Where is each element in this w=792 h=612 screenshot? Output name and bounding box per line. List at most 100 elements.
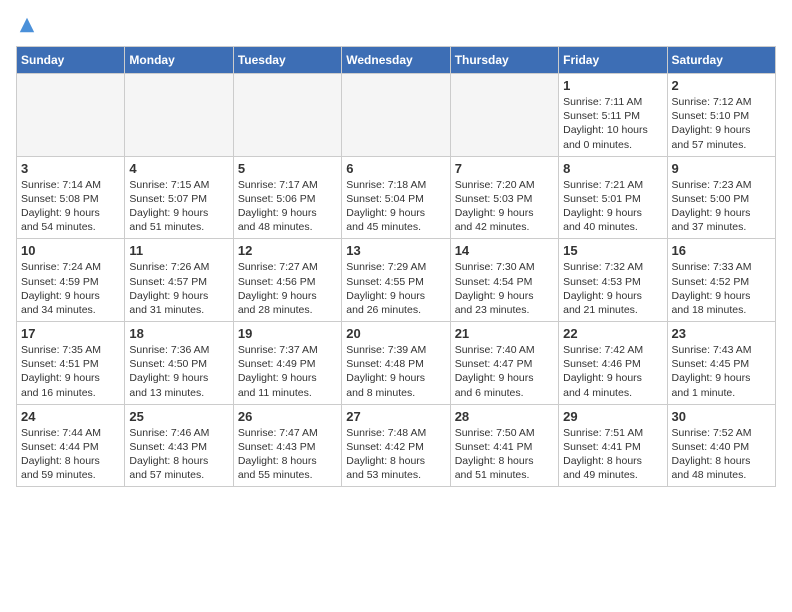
day-info: Sunrise: 7:39 AM Sunset: 4:48 PM Dayligh… <box>346 343 445 400</box>
calendar-cell: 19 Sunrise: 7:37 AM Sunset: 4:49 PM Dayli… <box>233 322 341 405</box>
day-info: Sunrise: 7:48 AM Sunset: 4:42 PM Dayligh… <box>346 426 445 483</box>
calendar-cell: 4 Sunrise: 7:15 AM Sunset: 5:07 PM Daylig… <box>125 156 233 239</box>
day-info: Sunrise: 7:12 AM Sunset: 5:10 PM Dayligh… <box>672 95 771 152</box>
day-info: Sunrise: 7:32 AM Sunset: 4:53 PM Dayligh… <box>563 260 662 317</box>
calendar-cell: 15 Sunrise: 7:32 AM Sunset: 4:53 PM Dayli… <box>559 239 667 322</box>
day-info: Sunrise: 7:36 AM Sunset: 4:50 PM Dayligh… <box>129 343 228 400</box>
day-info: Sunrise: 7:23 AM Sunset: 5:00 PM Dayligh… <box>672 178 771 235</box>
day-info: Sunrise: 7:17 AM Sunset: 5:06 PM Dayligh… <box>238 178 337 235</box>
column-header-thursday: Thursday <box>450 47 558 74</box>
day-info: Sunrise: 7:52 AM Sunset: 4:40 PM Dayligh… <box>672 426 771 483</box>
column-header-saturday: Saturday <box>667 47 775 74</box>
day-info: Sunrise: 7:27 AM Sunset: 4:56 PM Dayligh… <box>238 260 337 317</box>
day-info: Sunrise: 7:40 AM Sunset: 4:47 PM Dayligh… <box>455 343 554 400</box>
day-info: Sunrise: 7:15 AM Sunset: 5:07 PM Dayligh… <box>129 178 228 235</box>
day-number: 16 <box>672 243 771 258</box>
calendar-cell: 22 Sunrise: 7:42 AM Sunset: 4:46 PM Dayli… <box>559 322 667 405</box>
day-number: 24 <box>21 409 120 424</box>
day-info: Sunrise: 7:24 AM Sunset: 4:59 PM Dayligh… <box>21 260 120 317</box>
calendar-cell: 20 Sunrise: 7:39 AM Sunset: 4:48 PM Dayli… <box>342 322 450 405</box>
day-info: Sunrise: 7:20 AM Sunset: 5:03 PM Dayligh… <box>455 178 554 235</box>
day-number: 23 <box>672 326 771 341</box>
day-info: Sunrise: 7:29 AM Sunset: 4:55 PM Dayligh… <box>346 260 445 317</box>
day-number: 17 <box>21 326 120 341</box>
column-header-monday: Monday <box>125 47 233 74</box>
logo-icon <box>18 16 36 34</box>
day-info: Sunrise: 7:14 AM Sunset: 5:08 PM Dayligh… <box>21 178 120 235</box>
calendar-cell: 6 Sunrise: 7:18 AM Sunset: 5:04 PM Daylig… <box>342 156 450 239</box>
day-number: 22 <box>563 326 662 341</box>
calendar-cell: 9Sunrise: 7:23 AM Sunset: 5:00 PM Daylig… <box>667 156 775 239</box>
calendar-cell: 18 Sunrise: 7:36 AM Sunset: 4:50 PM Dayli… <box>125 322 233 405</box>
day-number: 8 <box>563 161 662 176</box>
column-header-sunday: Sunday <box>17 47 125 74</box>
day-info: Sunrise: 7:30 AM Sunset: 4:54 PM Dayligh… <box>455 260 554 317</box>
day-number: 25 <box>129 409 228 424</box>
day-info: Sunrise: 7:51 AM Sunset: 4:41 PM Dayligh… <box>563 426 662 483</box>
calendar: SundayMondayTuesdayWednesdayThursdayFrid… <box>16 46 776 487</box>
day-info: Sunrise: 7:50 AM Sunset: 4:41 PM Dayligh… <box>455 426 554 483</box>
day-number: 20 <box>346 326 445 341</box>
header <box>16 16 776 34</box>
day-info: Sunrise: 7:47 AM Sunset: 4:43 PM Dayligh… <box>238 426 337 483</box>
calendar-week-row: 10Sunrise: 7:24 AM Sunset: 4:59 PM Dayli… <box>17 239 776 322</box>
calendar-cell: 5 Sunrise: 7:17 AM Sunset: 5:06 PM Daylig… <box>233 156 341 239</box>
calendar-cell: 23 Sunrise: 7:43 AM Sunset: 4:45 PM Dayli… <box>667 322 775 405</box>
day-number: 2 <box>672 78 771 93</box>
day-info: Sunrise: 7:18 AM Sunset: 5:04 PM Dayligh… <box>346 178 445 235</box>
day-number: 27 <box>346 409 445 424</box>
day-number: 18 <box>129 326 228 341</box>
day-number: 14 <box>455 243 554 258</box>
day-info: Sunrise: 7:37 AM Sunset: 4:49 PM Dayligh… <box>238 343 337 400</box>
calendar-week-row: 3 Sunrise: 7:14 AM Sunset: 5:08 PM Daylig… <box>17 156 776 239</box>
day-number: 15 <box>563 243 662 258</box>
calendar-cell: 14 Sunrise: 7:30 AM Sunset: 4:54 PM Dayli… <box>450 239 558 322</box>
day-info: Sunrise: 7:46 AM Sunset: 4:43 PM Dayligh… <box>129 426 228 483</box>
calendar-cell: 26 Sunrise: 7:47 AM Sunset: 4:43 PM Dayli… <box>233 404 341 487</box>
day-info: Sunrise: 7:26 AM Sunset: 4:57 PM Dayligh… <box>129 260 228 317</box>
calendar-cell: 7 Sunrise: 7:20 AM Sunset: 5:03 PM Daylig… <box>450 156 558 239</box>
calendar-cell: 27 Sunrise: 7:48 AM Sunset: 4:42 PM Dayli… <box>342 404 450 487</box>
day-number: 6 <box>346 161 445 176</box>
calendar-cell: 21 Sunrise: 7:40 AM Sunset: 4:47 PM Dayli… <box>450 322 558 405</box>
day-info: Sunrise: 7:44 AM Sunset: 4:44 PM Dayligh… <box>21 426 120 483</box>
day-number: 7 <box>455 161 554 176</box>
calendar-cell: 8 Sunrise: 7:21 AM Sunset: 5:01 PM Daylig… <box>559 156 667 239</box>
day-number: 19 <box>238 326 337 341</box>
day-number: 13 <box>346 243 445 258</box>
calendar-cell: 1Sunrise: 7:11 AM Sunset: 5:11 PM Daylig… <box>559 74 667 157</box>
day-number: 5 <box>238 161 337 176</box>
column-header-friday: Friday <box>559 47 667 74</box>
calendar-cell: 11 Sunrise: 7:26 AM Sunset: 4:57 PM Dayli… <box>125 239 233 322</box>
day-number: 4 <box>129 161 228 176</box>
calendar-week-row: 17 Sunrise: 7:35 AM Sunset: 4:51 PM Dayli… <box>17 322 776 405</box>
calendar-week-row: 1Sunrise: 7:11 AM Sunset: 5:11 PM Daylig… <box>17 74 776 157</box>
calendar-cell: 16Sunrise: 7:33 AM Sunset: 4:52 PM Dayli… <box>667 239 775 322</box>
calendar-cell: 29 Sunrise: 7:51 AM Sunset: 4:41 PM Dayli… <box>559 404 667 487</box>
day-number: 21 <box>455 326 554 341</box>
day-info: Sunrise: 7:43 AM Sunset: 4:45 PM Dayligh… <box>672 343 771 400</box>
day-info: Sunrise: 7:11 AM Sunset: 5:11 PM Dayligh… <box>563 95 662 152</box>
calendar-cell: 24 Sunrise: 7:44 AM Sunset: 4:44 PM Dayli… <box>17 404 125 487</box>
day-number: 3 <box>21 161 120 176</box>
day-number: 28 <box>455 409 554 424</box>
column-header-wednesday: Wednesday <box>342 47 450 74</box>
calendar-cell <box>342 74 450 157</box>
day-number: 12 <box>238 243 337 258</box>
calendar-cell: 3 Sunrise: 7:14 AM Sunset: 5:08 PM Daylig… <box>17 156 125 239</box>
day-info: Sunrise: 7:42 AM Sunset: 4:46 PM Dayligh… <box>563 343 662 400</box>
day-number: 29 <box>563 409 662 424</box>
calendar-cell <box>17 74 125 157</box>
day-info: Sunrise: 7:35 AM Sunset: 4:51 PM Dayligh… <box>21 343 120 400</box>
calendar-cell <box>125 74 233 157</box>
day-number: 11 <box>129 243 228 258</box>
calendar-cell: 17 Sunrise: 7:35 AM Sunset: 4:51 PM Dayli… <box>17 322 125 405</box>
day-number: 30 <box>672 409 771 424</box>
day-info: Sunrise: 7:21 AM Sunset: 5:01 PM Dayligh… <box>563 178 662 235</box>
calendar-cell: 10Sunrise: 7:24 AM Sunset: 4:59 PM Dayli… <box>17 239 125 322</box>
calendar-cell: 13 Sunrise: 7:29 AM Sunset: 4:55 PM Dayli… <box>342 239 450 322</box>
calendar-cell: 28 Sunrise: 7:50 AM Sunset: 4:41 PM Dayli… <box>450 404 558 487</box>
day-number: 26 <box>238 409 337 424</box>
logo <box>16 16 36 34</box>
calendar-cell <box>233 74 341 157</box>
